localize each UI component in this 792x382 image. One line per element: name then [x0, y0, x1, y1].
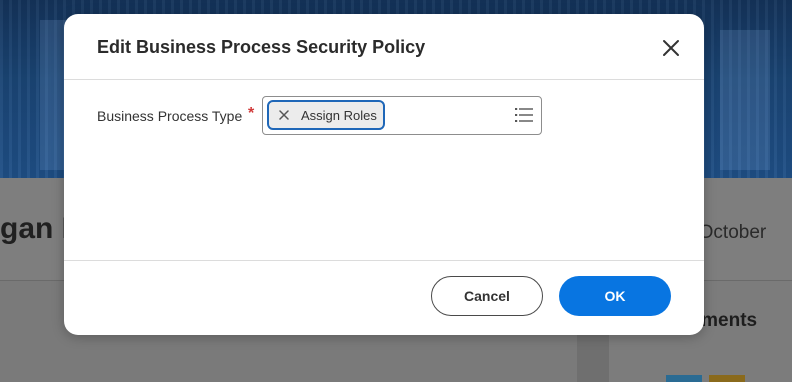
banner-decoration: [720, 30, 770, 170]
business-process-type-input[interactable]: Assign Roles: [262, 96, 542, 135]
token-label: Assign Roles: [301, 107, 377, 123]
background-tile: [666, 375, 702, 382]
ok-button[interactable]: OK: [559, 276, 671, 316]
dialog-footer: Cancel OK: [64, 261, 704, 335]
close-button[interactable]: [656, 35, 686, 61]
token-remove-button[interactable]: [277, 108, 291, 122]
cancel-button[interactable]: Cancel: [431, 276, 543, 316]
dialog-header: Edit Business Process Security Policy: [64, 14, 704, 80]
edit-security-policy-dialog: Edit Business Process Security Policy Bu…: [64, 14, 704, 335]
dialog-body: Business Process Type * Assign Roles: [64, 80, 704, 261]
dialog-title: Edit Business Process Security Policy: [97, 37, 426, 57]
background-tile: [709, 375, 745, 382]
selected-token[interactable]: Assign Roles: [267, 100, 385, 130]
list-icon[interactable]: [515, 107, 533, 123]
x-icon: [279, 110, 289, 120]
close-icon: [663, 40, 679, 56]
required-indicator: *: [248, 105, 255, 122]
business-process-type-label: Business Process Type: [97, 108, 243, 124]
